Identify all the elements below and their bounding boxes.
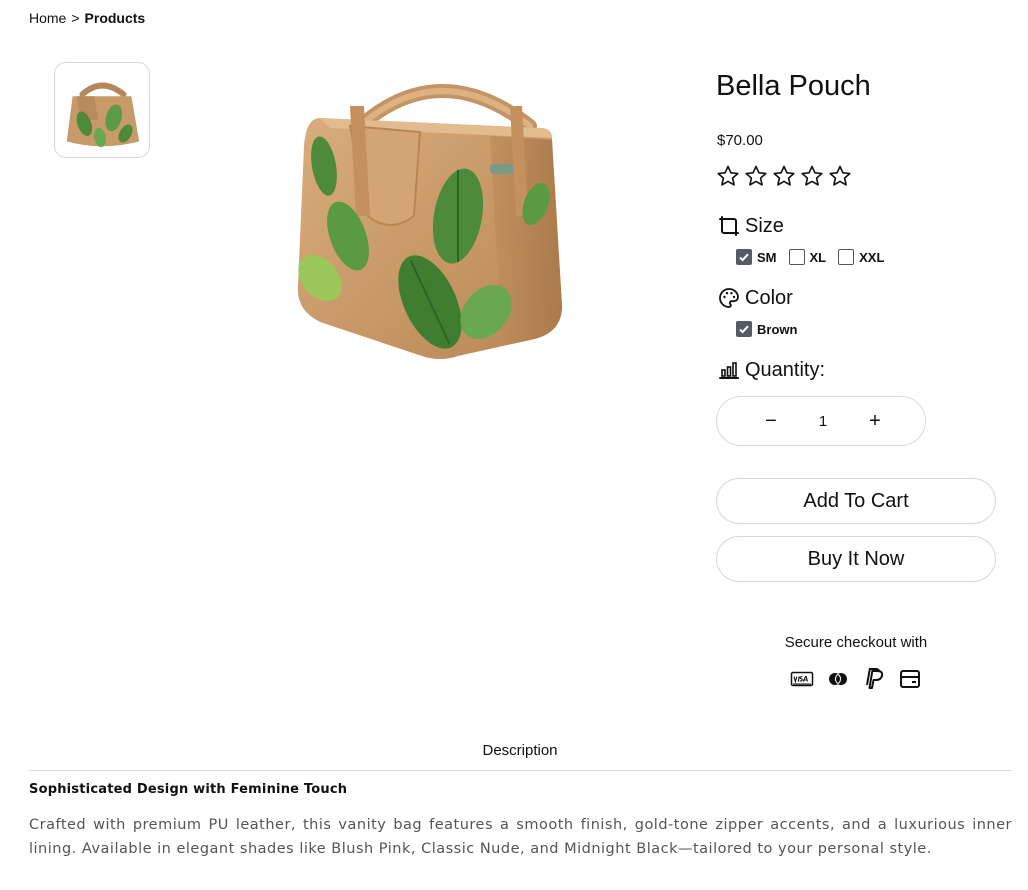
- breadcrumb-current: Products: [84, 10, 146, 26]
- description-heading: Sophisticated Design with Feminine Touch: [29, 782, 348, 797]
- add-to-cart-button[interactable]: Add To Cart: [716, 478, 996, 524]
- size-label: Size: [745, 214, 784, 237]
- quantity-stepper: − 1 +: [716, 396, 926, 446]
- size-option-label: XL: [809, 249, 827, 265]
- quantity-heading: Quantity:: [717, 358, 825, 382]
- product-price: $70.00: [717, 132, 763, 149]
- size-heading: Size: [717, 214, 784, 238]
- quantity-value[interactable]: 1: [819, 413, 827, 430]
- checkbox-checked[interactable]: [736, 249, 752, 265]
- star-icon[interactable]: [716, 164, 740, 188]
- breadcrumb: Home > Products: [29, 10, 145, 26]
- resize-icon: [717, 214, 741, 238]
- card-icon: [898, 667, 922, 691]
- bag-thumbnail-image: [66, 82, 140, 148]
- checkbox[interactable]: [788, 249, 805, 265]
- star-icon[interactable]: [772, 164, 796, 188]
- product-main-image: [290, 66, 580, 376]
- size-option-sm[interactable]: SM: [736, 249, 777, 265]
- description-body: Crafted with premium PU leather, this va…: [29, 817, 1012, 857]
- palette-icon: [717, 286, 741, 310]
- decrement-button[interactable]: −: [761, 410, 781, 432]
- tab-description[interactable]: Description: [0, 742, 1028, 759]
- size-option-xxl[interactable]: XXL: [838, 249, 884, 265]
- secure-checkout-label: Secure checkout with: [784, 634, 928, 651]
- color-heading: Color: [717, 286, 793, 310]
- size-option-label: XXL: [859, 249, 885, 265]
- star-icon[interactable]: [744, 164, 768, 188]
- buy-now-button[interactable]: Buy It Now: [716, 536, 996, 582]
- breadcrumb-separator: >: [71, 10, 80, 26]
- visa-icon: [790, 667, 814, 691]
- increment-button[interactable]: +: [865, 410, 885, 432]
- paypal-icon: [862, 667, 886, 691]
- size-option-label: SM: [757, 249, 777, 265]
- rating-stars: [716, 164, 852, 188]
- mastercard-icon: [826, 667, 850, 691]
- color-label: Color: [745, 286, 793, 309]
- breadcrumb-home-link[interactable]: Home: [29, 10, 66, 26]
- bag-image: [297, 84, 562, 359]
- checkbox-checked[interactable]: [736, 321, 752, 337]
- payment-icons: [790, 667, 922, 691]
- checkbox[interactable]: [838, 249, 855, 265]
- product-title: Bella Pouch: [716, 70, 871, 102]
- tab-divider: [29, 770, 1012, 771]
- color-option-label: Brown: [757, 321, 798, 337]
- quantity-label: Quantity:: [745, 358, 826, 381]
- color-option-brown[interactable]: Brown: [736, 321, 797, 337]
- color-options: Brown: [736, 321, 797, 337]
- star-icon[interactable]: [828, 164, 852, 188]
- star-icon[interactable]: [800, 164, 824, 188]
- size-option-xl[interactable]: XL: [788, 249, 827, 265]
- size-options: SM XL XXL: [736, 249, 884, 265]
- product-thumbnail[interactable]: [54, 62, 150, 158]
- bar-chart-icon: [717, 358, 741, 382]
